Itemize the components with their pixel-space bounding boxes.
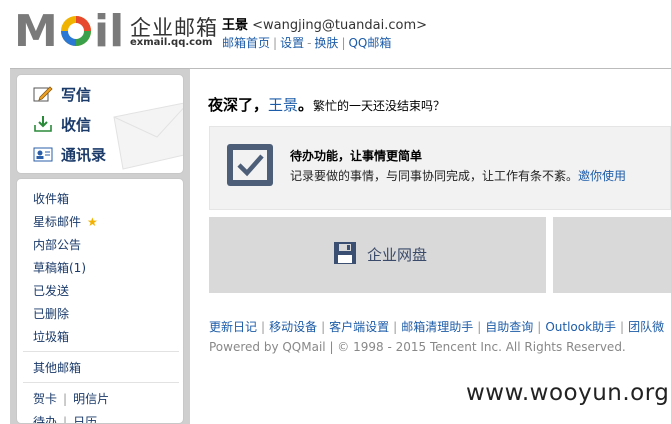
greeting-suffix: 。 [298, 96, 314, 114]
brand-subtitle: exmail.qq.com [130, 37, 213, 48]
header: M il 企业邮箱 exmail.qq.com 王景 <wangjing@tua… [0, 0, 671, 68]
link-self-query[interactable]: 自助查询 [485, 320, 533, 334]
todo-desc: 记录要做的事情，与同事协同完成，让工作有条不紊。邀你使用 [290, 167, 626, 184]
tool-cards[interactable]: 贺卡 [33, 392, 57, 406]
contacts-label: 通讯录 [61, 145, 107, 164]
floppy-disk-icon [333, 241, 357, 268]
folder-deleted[interactable]: 已删除 [33, 305, 69, 322]
netdisk-label: 企业网盘 [367, 246, 428, 264]
link-team[interactable]: 团队微 [628, 320, 664, 334]
link-cleanup[interactable]: 邮箱清理助手 [401, 320, 473, 334]
greeting-name[interactable]: 王景 [268, 96, 298, 114]
secondary-card[interactable] [553, 217, 671, 293]
footer-links: 更新日记 | 移动设备 | 客户端设置 | 邮箱清理助手 | 自助查询 | Outlook助手 | 团队… [209, 318, 664, 335]
link-mobile[interactable]: 移动设备 [269, 320, 317, 334]
separator: | [321, 320, 326, 334]
receive-button[interactable]: 收信 [33, 113, 91, 135]
tool-calendar[interactable]: 日历 [73, 415, 97, 423]
actions-panel: 写信 收信 通讯录 [16, 74, 184, 174]
checkbox-icon [226, 143, 274, 187]
svg-text:M: M [14, 6, 58, 52]
user-email: <wangjing@tuandai.com> [252, 18, 428, 33]
contacts-card-icon [33, 145, 53, 163]
folders-panel: 收件箱 星标邮件 ★ 内部公告 草稿箱(1) 已发送 已删除 垃圾箱 其他邮箱 贺… [16, 178, 184, 424]
separator: | [261, 320, 266, 334]
link-settings[interactable]: 设置 [280, 36, 304, 50]
separator: | [537, 320, 542, 334]
separator: | [273, 36, 278, 50]
netdisk-content: 企业网盘 [333, 241, 427, 268]
compose-button[interactable]: 写信 [33, 83, 91, 105]
greeting: 夜深了，王景。繁忙的一天还没结束吗？ [208, 94, 445, 115]
compose-label: 写信 [61, 85, 92, 104]
todo-desc-text: 记录要做的事情，与同事协同完成，让工作有条不紊。 [290, 169, 579, 183]
divider [23, 351, 179, 352]
logo-mark-icon: M il [14, 6, 124, 52]
envelope-decoration-icon [113, 102, 183, 170]
tools-row: 贺卡 | 明信片 [33, 390, 109, 407]
link-outlook[interactable]: Outlook助手 [545, 320, 616, 334]
separator: - [307, 36, 312, 50]
watermark: www.wooyun.org [466, 380, 670, 406]
link-skin[interactable]: 换肤 [314, 36, 338, 50]
divider [23, 382, 179, 383]
link-qqmail[interactable]: QQ邮箱 [348, 36, 391, 50]
copyright: Powered by QQMail | © 1998 - 2015 Tencen… [209, 340, 626, 354]
folder-starred[interactable]: 星标邮件 ★ [33, 213, 98, 230]
separator: | [620, 320, 625, 334]
inbox-download-icon [33, 115, 53, 133]
folder-sent[interactable]: 已发送 [33, 282, 69, 299]
netdisk-card[interactable]: 企业网盘 [209, 217, 546, 293]
separator: | [63, 392, 68, 406]
tool-todo[interactable]: 待办 [33, 415, 57, 423]
folder-other[interactable]: 其他邮箱 [33, 359, 81, 376]
todo-invite-link[interactable]: 邀你使用 [578, 169, 626, 183]
receive-label: 收信 [61, 115, 92, 134]
svg-text:il: il [94, 6, 124, 52]
link-changelog[interactable]: 更新日记 [209, 320, 257, 334]
top-links: 邮箱首页 | 设置 - 换肤 | QQ邮箱 [222, 34, 391, 51]
todo-promo-card[interactable]: 待办功能，让事情更简单 记录要做的事情，与同事协同完成，让工作有条不紊。邀你使用 [209, 126, 671, 210]
star-icon: ★ [87, 215, 98, 229]
todo-title: 待办功能，让事情更简单 [290, 149, 423, 163]
tools-row: 待办 | 日历 [33, 413, 97, 424]
user-info: 王景 <wangjing@tuandai.com> [222, 14, 427, 33]
folder-drafts[interactable]: 草稿箱(1) [33, 259, 86, 276]
user-name: 王景 [222, 18, 249, 33]
separator: | [477, 320, 482, 334]
link-home[interactable]: 邮箱首页 [222, 36, 270, 50]
greeting-prefix: 夜深了， [208, 96, 269, 114]
contacts-button[interactable]: 通讯录 [33, 143, 106, 165]
pencil-icon [33, 85, 53, 103]
greeting-sub: 繁忙的一天还没结束吗？ [313, 99, 446, 113]
folder-announcements[interactable]: 内部公告 [33, 236, 81, 253]
link-client-settings[interactable]: 客户端设置 [329, 320, 389, 334]
separator: | [393, 320, 398, 334]
tool-postcards[interactable]: 明信片 [73, 392, 109, 406]
folder-junk[interactable]: 垃圾箱 [33, 328, 69, 345]
folder-starred-label: 星标邮件 [33, 215, 82, 229]
separator: | [63, 415, 68, 424]
folder-inbox[interactable]: 收件箱 [33, 190, 69, 207]
separator: | [341, 36, 346, 50]
